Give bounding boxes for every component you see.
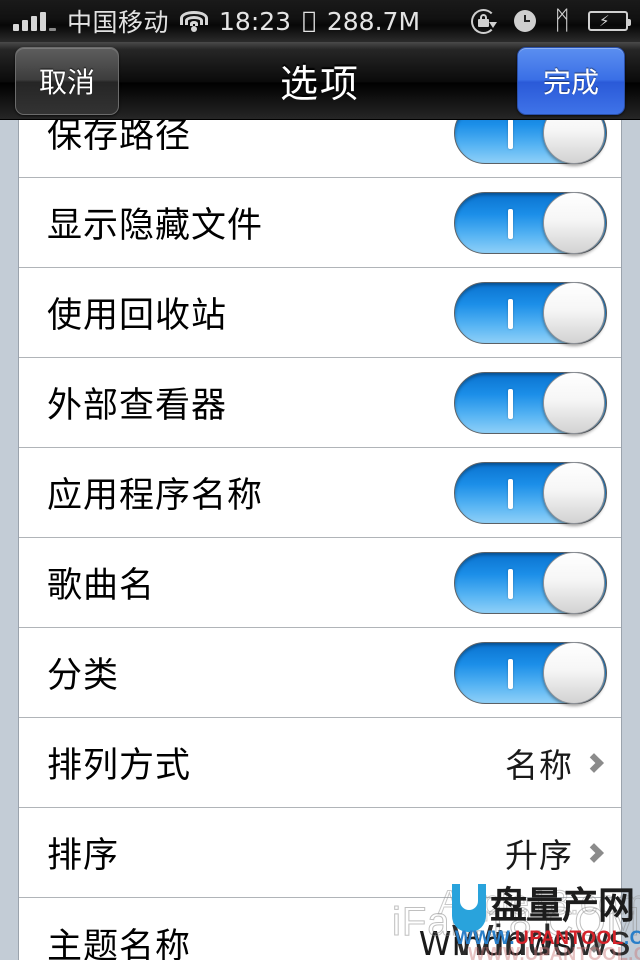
toggle-on-mark (508, 298, 513, 329)
settings-row-label: 显示隐藏文件 (47, 206, 264, 246)
status-bar: 中国移动 18:23  288.7M ᛗ ⚡ (0, 0, 640, 42)
settings-row-control: 名称 (505, 739, 607, 787)
toggle-knob[interactable] (543, 461, 605, 524)
toggle-knob[interactable] (543, 191, 605, 254)
toggle-on-mark (508, 388, 513, 419)
toggle-knob[interactable] (543, 120, 605, 164)
status-bar-left: 中国移动 18:23  288.7M (0, 3, 420, 39)
settings-row-control: Windows (419, 924, 607, 960)
wifi-icon (180, 10, 209, 32)
settings-row-label: 外部查看器 (47, 386, 228, 426)
apple-logo-icon:  (302, 9, 316, 33)
carrier-label: 中国移动 (67, 8, 170, 37)
done-button[interactable]: 完成 (516, 46, 625, 115)
settings-row-label: 排列方式 (47, 746, 192, 786)
rotation-lock-icon (471, 8, 498, 34)
settings-toggle[interactable] (454, 551, 607, 614)
settings-row-label: 歌曲名 (47, 566, 156, 606)
toggle-on-mark (508, 478, 513, 509)
toggle-on-mark (508, 208, 513, 239)
settings-row[interactable]: 主题名称 Windows (19, 898, 621, 960)
settings-row[interactable]: 排序 升序 (19, 808, 621, 898)
settings-toggle[interactable] (454, 641, 607, 704)
settings-row-control (454, 120, 607, 164)
settings-row-label: 应用程序名称 (47, 476, 264, 516)
settings-row[interactable]: 外部查看器 (19, 358, 621, 448)
settings-row-value: Windows (418, 923, 573, 960)
navigation-bar: 取消 选项 完成 (0, 42, 640, 120)
settings-row-control: 升序 (505, 829, 607, 877)
toggle-knob[interactable] (543, 551, 605, 614)
toggle-on-mark (508, 568, 513, 599)
settings-row-control (454, 551, 607, 614)
chevron-right-icon (584, 933, 604, 953)
settings-row-control (454, 461, 607, 524)
settings-row-label: 主题名称 (47, 926, 192, 960)
memory-label: 288.7M (313, 6, 420, 36)
settings-row[interactable]: 保存路径 (19, 120, 621, 178)
status-bar-right: ᛗ ⚡ (471, 8, 640, 34)
settings-row[interactable]: 排列方式 名称 (19, 718, 621, 808)
battery-charging-icon: ⚡ (588, 11, 631, 31)
chevron-right-icon (584, 752, 604, 773)
settings-row-label: 分类 (47, 656, 120, 696)
iphone-screen: 中国移动 18:23  288.7M ᛗ ⚡ 取消 选项 完成 (0, 0, 640, 960)
toggle-on-mark (508, 658, 513, 689)
settings-toggle[interactable] (454, 281, 607, 344)
settings-table: 保存路径显示隐藏文件 使用回收站外部查看器应用程序名称 歌曲名分类排列方式 名称排序 升… (18, 120, 622, 960)
settings-row-value: 升序 (505, 835, 573, 875)
status-time: 18:23 (219, 6, 292, 36)
settings-scroll-area[interactable]: 保存路径显示隐藏文件 使用回收站外部查看器应用程序名称 歌曲名分类排列方式 名称排序 升… (0, 120, 640, 960)
settings-row[interactable]: 歌曲名 (19, 538, 621, 628)
alarm-clock-icon (514, 10, 537, 32)
settings-toggle[interactable] (454, 191, 607, 254)
settings-row[interactable]: 显示隐藏文件 (19, 178, 621, 268)
settings-row-control (454, 641, 607, 704)
settings-row[interactable]: 分类 (19, 628, 621, 718)
settings-row[interactable]: 应用程序名称 (19, 448, 621, 538)
signal-bars-icon (13, 11, 56, 31)
settings-row-value: 名称 (505, 745, 573, 785)
settings-toggle[interactable] (454, 120, 607, 164)
settings-toggle[interactable] (454, 461, 607, 524)
cancel-button[interactable]: 取消 (15, 46, 120, 115)
bluetooth-icon: ᛗ (554, 6, 570, 36)
settings-row-control (454, 371, 607, 434)
toggle-knob[interactable] (543, 371, 605, 434)
toggle-knob[interactable] (543, 641, 605, 704)
settings-row-control (454, 191, 607, 254)
chevron-right-icon (584, 842, 604, 863)
settings-row-label: 使用回收站 (47, 296, 228, 336)
settings-row-control (454, 281, 607, 344)
toggle-knob[interactable] (543, 281, 605, 344)
settings-row-label: 排序 (47, 836, 120, 876)
settings-row-label: 保存路径 (47, 120, 192, 156)
settings-toggle[interactable] (454, 371, 607, 434)
toggle-on-mark (508, 120, 513, 149)
settings-row[interactable]: 使用回收站 (19, 268, 621, 358)
